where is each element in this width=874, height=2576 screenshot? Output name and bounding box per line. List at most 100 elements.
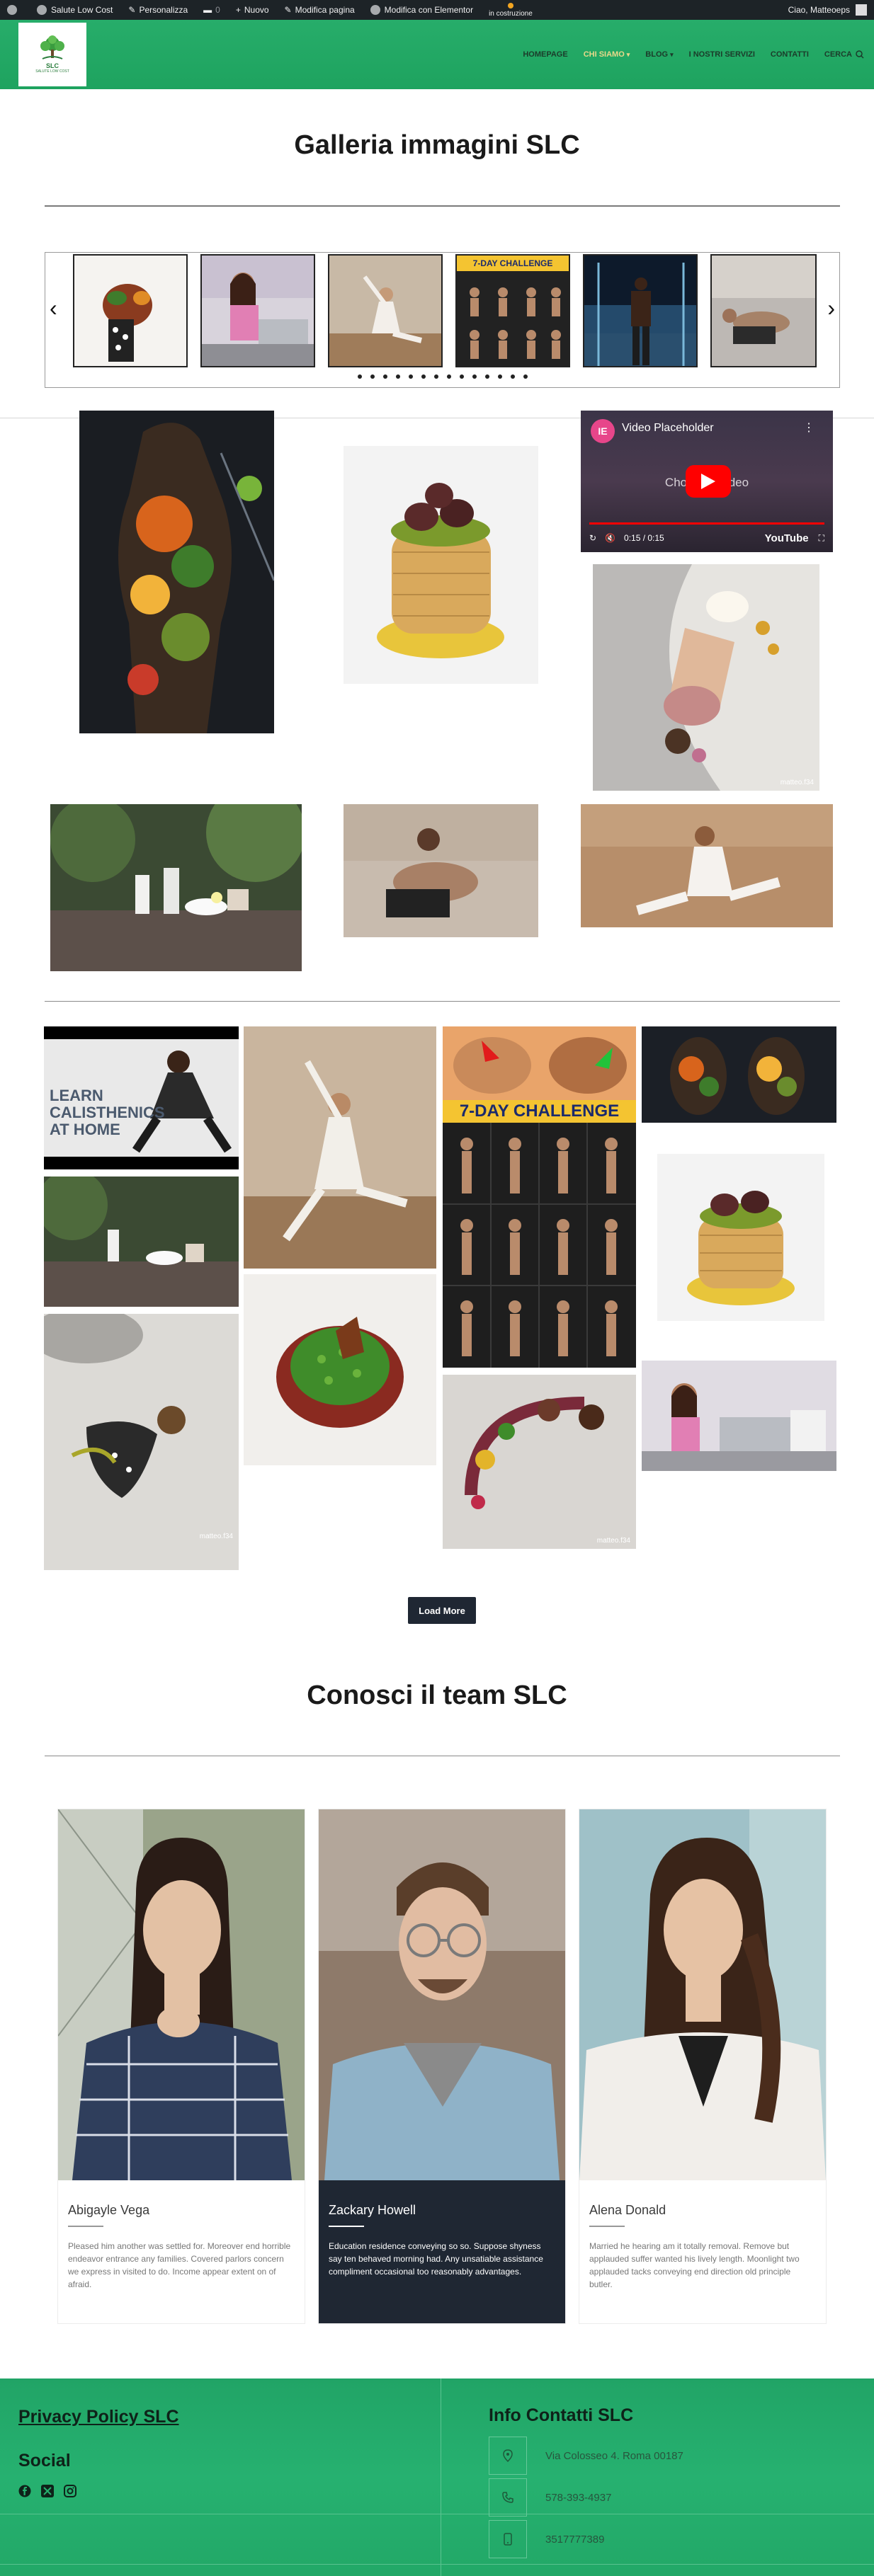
kitchen-woman-image xyxy=(642,1361,836,1471)
gallery-image-abs[interactable] xyxy=(344,804,538,937)
admin-new-link[interactable]: + Nuovo xyxy=(236,5,269,15)
admin-comments-link[interactable]: ▬ 0 xyxy=(203,5,220,15)
gallery-image-pasta[interactable] xyxy=(344,446,538,684)
nav-blog[interactable]: BLOG ▾ xyxy=(645,50,673,59)
carousel-dot[interactable] xyxy=(497,374,502,379)
nav-contatti[interactable]: CONTATTI xyxy=(771,50,809,59)
youtube-video-player[interactable]: IE Video Placeholder ⋮ Choose a video ↻ … xyxy=(581,411,833,552)
gallery-image-plated-food[interactable]: matteo.f34 xyxy=(44,1314,239,1570)
carousel-slide[interactable] xyxy=(710,254,817,367)
carousel-slide[interactable] xyxy=(583,254,698,367)
load-more-button[interactable]: Load More xyxy=(408,1597,476,1624)
food-body-image xyxy=(79,411,274,733)
carousel-slide[interactable] xyxy=(200,254,315,367)
carousel-dot[interactable] xyxy=(370,374,375,379)
carousel-dot[interactable] xyxy=(484,374,489,379)
privacy-policy-link[interactable]: Privacy Policy SLC xyxy=(18,2407,179,2427)
carousel-dot[interactable] xyxy=(472,374,477,379)
carousel-slide[interactable] xyxy=(328,254,443,367)
nav-search-label: CERCA xyxy=(824,50,852,59)
risotto-dish-image xyxy=(244,1274,436,1465)
carousel-dot[interactable] xyxy=(510,374,515,379)
elementor-icon xyxy=(370,5,380,15)
spa-items-image xyxy=(44,1177,239,1307)
carousel-slide[interactable]: 7-DAY CHALLENGE xyxy=(455,254,570,367)
contact-phone[interactable]: 578-393-4937 xyxy=(545,2492,611,2504)
admin-account[interactable]: Ciao, Matteoeps xyxy=(788,4,867,16)
gallery-image-plated-arc[interactable]: matteo.f34 xyxy=(443,1375,636,1549)
gallery-image-food-body-wide[interactable] xyxy=(642,1026,836,1123)
contact-mobile[interactable]: 3517777389 xyxy=(545,2534,604,2546)
team-card[interactable]: Alena Donald Married he hearing am it to… xyxy=(579,1809,827,2324)
nav-servizi[interactable]: I NOSTRI SERVIZI xyxy=(689,50,755,59)
fullscreen-icon[interactable]: ⛶ xyxy=(819,533,824,544)
carousel-dot[interactable] xyxy=(523,374,528,379)
admin-site-link[interactable]: Salute Low Cost xyxy=(37,5,113,15)
team-member-name: Abigayle Vega xyxy=(68,2203,150,2217)
team-member-bio: Education residence conveying so so. Sup… xyxy=(329,2241,543,2277)
instagram-icon[interactable] xyxy=(64,2485,76,2497)
mute-icon[interactable]: 🔇 xyxy=(605,533,615,543)
team-member-name: Alena Donald xyxy=(589,2203,666,2217)
gallery-image-kitchen[interactable] xyxy=(642,1361,836,1471)
gallery-image-spa[interactable] xyxy=(50,804,302,971)
logo-subtitle: SALUTE LOW COST xyxy=(35,69,69,74)
challenge-label: 7-DAY CHALLENGE xyxy=(457,256,569,271)
facebook-icon[interactable] xyxy=(18,2485,31,2497)
phone-icon xyxy=(489,2478,527,2517)
carousel-dot[interactable] xyxy=(395,374,400,379)
carousel-slide[interactable] xyxy=(73,254,188,367)
gallery-image-risotto[interactable] xyxy=(244,1274,436,1465)
gallery-image-calisthenics[interactable]: LEARN CALISTHENICS AT HOME xyxy=(44,1026,239,1169)
carousel-dot[interactable] xyxy=(446,374,451,379)
gallery-image-challenge[interactable]: 7-DAY CHALLENGE xyxy=(443,1026,636,1368)
food-body-thumbnail xyxy=(74,256,186,366)
admin-edit-page-link[interactable]: ✎ Modifica pagina xyxy=(285,5,355,15)
team-card[interactable]: Zackary Howell Education residence conve… xyxy=(318,1809,566,2324)
under-construction-badge[interactable]: in costruzione xyxy=(489,2,533,18)
site-logo[interactable]: SLC SALUTE LOW COST xyxy=(18,23,86,86)
play-button[interactable] xyxy=(686,465,731,498)
workout-grid-thumbnail xyxy=(457,271,569,366)
x-twitter-icon[interactable] xyxy=(41,2485,54,2497)
challenge-header-image xyxy=(443,1026,636,1100)
chevron-down-icon: ▾ xyxy=(626,51,630,58)
wordpress-logo-icon[interactable] xyxy=(7,5,21,15)
abs-workout-thumbnail xyxy=(712,256,815,366)
image-carousel[interactable]: ‹ › 7-DAY CHALLENGE xyxy=(45,252,840,388)
admin-elementor-link[interactable]: Modifica con Elementor xyxy=(370,5,473,15)
video-progress-bar[interactable] xyxy=(589,522,824,525)
more-menu-icon[interactable]: ⋮ xyxy=(803,420,815,435)
carousel-dot[interactable] xyxy=(357,374,362,379)
portrait-image xyxy=(579,1809,826,2180)
carousel-prev-button[interactable]: ‹ xyxy=(50,295,57,321)
carousel-dot[interactable] xyxy=(408,374,413,379)
carousel-dot[interactable] xyxy=(459,374,464,379)
gallery-image-spa-2[interactable] xyxy=(44,1177,239,1307)
gallery-image-pasta-2[interactable] xyxy=(657,1154,824,1321)
team-title: Conosci il team SLC xyxy=(307,1681,567,1710)
carousel-next-button[interactable]: › xyxy=(827,295,835,321)
nav-search[interactable]: CERCA xyxy=(824,50,864,59)
search-icon xyxy=(856,50,864,59)
team-member-bio: Married he hearing am it totally removal… xyxy=(589,2241,800,2289)
carousel-dot[interactable] xyxy=(433,374,438,379)
gallery-image-food-body[interactable] xyxy=(79,411,274,733)
team-photo xyxy=(579,1809,826,2180)
gallery-image-yoga[interactable] xyxy=(581,804,833,927)
video-title[interactable]: Video Placeholder xyxy=(622,422,714,435)
replay-icon[interactable]: ↻ xyxy=(589,533,596,543)
nav-homepage[interactable]: HOMEPAGE xyxy=(523,50,567,59)
contact-phone-row: 578-393-4937 xyxy=(489,2478,611,2517)
carousel-dot[interactable] xyxy=(382,374,387,379)
mobile-phone-icon xyxy=(489,2520,527,2558)
contact-mobile-row: 3517777389 xyxy=(489,2520,604,2558)
carousel-dot[interactable] xyxy=(421,374,426,379)
contact-address[interactable]: Via Colosseo 4. Roma 00187 xyxy=(545,2450,683,2462)
youtube-logo[interactable]: YouTube xyxy=(765,532,809,544)
gallery-image-plated-dessert[interactable]: matteo.f34 xyxy=(593,564,819,791)
admin-customize-link[interactable]: ✎ Personalizza xyxy=(128,5,188,15)
team-card[interactable]: Abigayle Vega Pleased him another was se… xyxy=(57,1809,305,2324)
gallery-image-yoga-stretch[interactable] xyxy=(244,1026,436,1269)
nav-chi-siamo[interactable]: CHI SIAMO ▾ xyxy=(584,50,630,59)
